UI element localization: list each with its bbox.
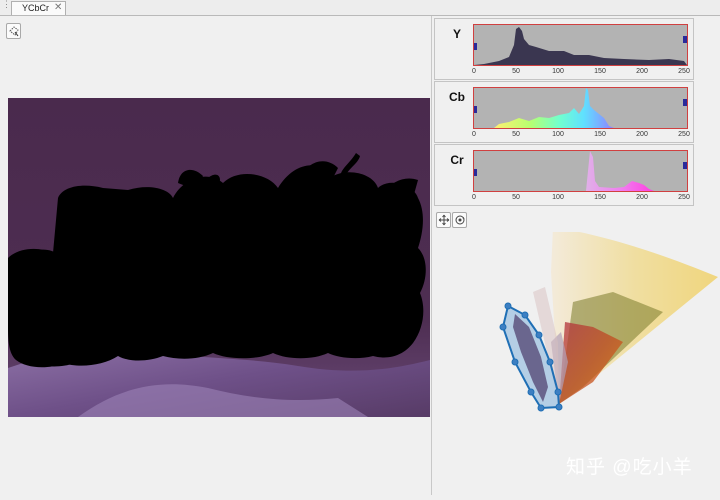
tick-label: 250 [678,68,690,75]
range-max-handle[interactable] [683,99,687,106]
tick-label: 100 [552,68,564,75]
tick-label: 150 [594,131,606,138]
polygon-vertex-handle[interactable] [499,323,507,331]
freehand-polygon-button[interactable] [436,212,451,228]
polygon-vertex-handle[interactable] [537,404,545,412]
polygon-vertex-handle[interactable] [521,311,529,319]
polygon-vertex-handle[interactable] [535,331,543,339]
freehand-polygon-icon [438,214,449,226]
tick-label: 50 [512,194,520,201]
range-max-handle[interactable] [683,36,687,43]
tick-label: 100 [552,194,564,201]
range-max-handle[interactable] [683,162,687,169]
tick-label: 100 [552,131,564,138]
histogram-cr-panel: Cr 0 50 100 150 200 250 [434,144,694,206]
tick-label: 200 [636,131,648,138]
tick-label: 150 [594,194,606,201]
tick-label: 0 [472,68,476,75]
tick-label: 0 [472,194,476,201]
polygon-vertex-handle[interactable] [511,358,519,366]
rotate-3d-icon [455,215,464,225]
polygon-vertex-handle[interactable] [554,388,562,396]
histogram-cb-chart [494,88,614,128]
histogram-y-chart [474,27,687,65]
drag-grip-icon[interactable]: ⋮ [2,0,11,13]
tick-label: 250 [678,194,690,201]
polygon-vertex-handle[interactable] [555,403,563,411]
tick-label: 250 [678,131,690,138]
tab-ycbcr[interactable]: YCbCr ✕ [11,1,66,15]
range-min-handle[interactable] [474,106,477,113]
lasso-select-icon [8,26,19,37]
tab-label: YCbCr [22,3,50,13]
histogram-cr-plot[interactable] [473,150,688,192]
polygon-vertex-handle[interactable] [527,388,535,396]
polygon-vertex-handle[interactable] [504,302,512,310]
channel-label-y: Y [452,27,461,41]
histogram-cb-plot[interactable] [473,87,688,129]
rotate-3d-button[interactable] [452,212,467,228]
range-min-handle[interactable] [474,43,477,50]
histogram-y-plot[interactable] [473,24,688,66]
tick-label: 50 [512,131,520,138]
tick-label: 200 [636,68,648,75]
close-icon[interactable]: ✕ [54,2,62,13]
lasso-select-button[interactable] [6,23,21,39]
channel-label-cr: Cr [450,153,464,167]
polygon-vertex-handle[interactable] [546,358,554,366]
masked-image [8,98,430,417]
range-min-handle[interactable] [474,169,477,176]
histogram-y-panel: Y 0 50 100 150 200 250 [434,18,694,80]
channel-label-cb: Cb [449,90,465,104]
masked-image-view[interactable] [8,98,430,417]
watermark-text: 知乎 @吃小羊 [566,457,693,478]
histogram-cb-panel: Cb 0 50 100 150 200 250 [434,81,694,143]
tick-label: 0 [472,131,476,138]
tick-label: 50 [512,68,520,75]
image-pane [0,16,432,495]
tick-label: 150 [594,68,606,75]
tick-label: 200 [636,194,648,201]
histogram-cr-chart [586,151,654,191]
document-tab-bar: ⋮ YCbCr ✕ [0,0,720,16]
